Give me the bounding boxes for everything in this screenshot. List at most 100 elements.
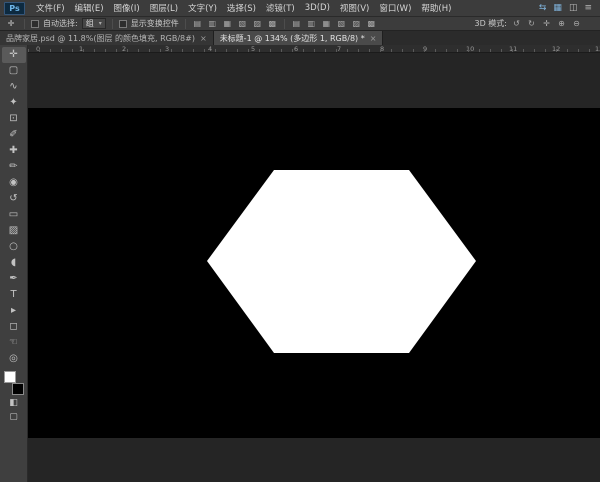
document-tab-inactive[interactable]: 品牌家居.psd @ 11.8%(图层 的颜色填充, RGB/8#) × bbox=[0, 31, 214, 45]
ruler-mark: 1 bbox=[79, 45, 83, 53]
history-brush-tool[interactable]: ↺ bbox=[2, 191, 26, 207]
distribute-left-icon[interactable]: ▧ bbox=[336, 19, 347, 28]
quick-selection-tool[interactable]: ✦ bbox=[2, 95, 26, 111]
show-transform-label: 显示变换控件 bbox=[131, 18, 179, 29]
close-icon[interactable]: × bbox=[370, 34, 377, 43]
hand-tool[interactable]: ☜ bbox=[2, 335, 26, 351]
arrange-documents-icon[interactable]: ◫ bbox=[569, 3, 578, 13]
align-center-icon[interactable]: ▥ bbox=[207, 19, 218, 28]
ruler-mark: 0 bbox=[36, 45, 40, 53]
show-transform-checkbox[interactable] bbox=[119, 20, 127, 28]
distribute-center-icon[interactable]: ▨ bbox=[351, 19, 362, 28]
tab-title: 未标题-1 @ 134% (多边形 1, RGB/8) * bbox=[220, 33, 365, 44]
move-tool[interactable]: ✛ bbox=[2, 47, 26, 63]
type-tool[interactable]: T bbox=[2, 287, 26, 303]
3d-drag-icon[interactable]: ✛ bbox=[541, 19, 552, 28]
brush-tool[interactable]: ✏ bbox=[2, 159, 26, 175]
healing-brush-tool[interactable]: ✚ bbox=[2, 143, 26, 159]
separator bbox=[24, 19, 25, 29]
background-color-swatch[interactable] bbox=[12, 383, 24, 395]
menu-3d[interactable]: 3D(D) bbox=[300, 0, 335, 16]
3d-slide-icon[interactable]: ⊕ bbox=[556, 19, 567, 28]
ruler-mark: 4 bbox=[208, 45, 212, 53]
align-top-icon[interactable]: ▧ bbox=[237, 19, 248, 28]
menu-type[interactable]: 文字(Y) bbox=[183, 0, 222, 16]
align-left-icon[interactable]: ▤ bbox=[192, 19, 203, 28]
clone-stamp-tool[interactable]: ◉ bbox=[2, 175, 26, 191]
chevron-down-icon: ▾ bbox=[99, 20, 102, 27]
menu-layer[interactable]: 图层(L) bbox=[145, 0, 183, 16]
auto-select-checkbox[interactable] bbox=[31, 20, 39, 28]
3d-mode-group: 3D 模式: ↺ ↻ ✛ ⊕ ⊖ bbox=[475, 18, 597, 29]
blur-tool[interactable]: ○ bbox=[2, 239, 26, 255]
distribute-right-icon[interactable]: ▩ bbox=[366, 19, 377, 28]
menu-select[interactable]: 选择(S) bbox=[222, 0, 261, 16]
close-icon[interactable]: × bbox=[200, 34, 207, 43]
current-tool-icon: ✛ bbox=[4, 19, 18, 28]
document-tab-active[interactable]: 未标题-1 @ 134% (多边形 1, RGB/8) * × bbox=[214, 31, 384, 45]
separator bbox=[185, 19, 186, 29]
canvas-artwork bbox=[28, 108, 600, 438]
crop-tool[interactable]: ⊡ bbox=[2, 111, 26, 127]
eyedropper-tool[interactable]: ✐ bbox=[2, 127, 26, 143]
screen-mode-icon[interactable]: ▢ bbox=[2, 410, 26, 424]
workspace: ✛ ▢ ∿ ✦ ⊡ ✐ ✚ ✏ ◉ ↺ ▭ ▨ ○ ◖ ✒ T ▸ ◻ ☜ ◎ … bbox=[0, 45, 600, 482]
bridge-icon[interactable]: ⇆ bbox=[539, 3, 547, 13]
color-swatches bbox=[2, 370, 26, 396]
pasteboard bbox=[28, 53, 600, 482]
ruler-mark: 8 bbox=[380, 45, 384, 53]
distribute-middle-icon[interactable]: ▥ bbox=[306, 19, 317, 28]
align-right-icon[interactable]: ▦ bbox=[222, 19, 233, 28]
ruler-mark: 10 bbox=[466, 45, 474, 53]
align-bottom-icon[interactable]: ▩ bbox=[267, 19, 278, 28]
tab-title: 品牌家居.psd @ 11.8%(图层 的颜色填充, RGB/8#) bbox=[6, 33, 195, 44]
menu-file[interactable]: 文件(F) bbox=[31, 0, 70, 16]
marquee-tool[interactable]: ▢ bbox=[2, 63, 26, 79]
menu-window[interactable]: 窗口(W) bbox=[374, 0, 416, 16]
auto-select-label: 自动选择: bbox=[43, 18, 78, 29]
editor-area: 0 1 2 3 4 5 6 7 8 9 10 11 12 13 bbox=[28, 45, 600, 482]
menu-bar: Ps 文件(F) 编辑(E) 图像(I) 图层(L) 文字(Y) 选择(S) 滤… bbox=[0, 0, 600, 17]
horizontal-ruler[interactable]: 0 1 2 3 4 5 6 7 8 9 10 11 12 13 bbox=[28, 45, 600, 53]
document-tab-bar: 品牌家居.psd @ 11.8%(图层 的颜色填充, RGB/8#) × 未标题… bbox=[0, 31, 600, 45]
quick-mask-icon[interactable]: ◧ bbox=[2, 396, 26, 410]
ruler-mark: 3 bbox=[165, 45, 169, 53]
3d-rotate-icon[interactable]: ↺ bbox=[511, 19, 522, 28]
3d-scale-icon[interactable]: ⊖ bbox=[571, 19, 582, 28]
menu-filter[interactable]: 滤镜(T) bbox=[261, 0, 300, 16]
gradient-tool[interactable]: ▨ bbox=[2, 223, 26, 239]
document-canvas[interactable] bbox=[28, 108, 600, 438]
align-middle-icon[interactable]: ▨ bbox=[252, 19, 263, 28]
pen-tool[interactable]: ✒ bbox=[2, 271, 26, 287]
lasso-tool[interactable]: ∿ bbox=[2, 79, 26, 95]
distribute-bottom-icon[interactable]: ▦ bbox=[321, 19, 332, 28]
ruler-mark: 13 bbox=[595, 45, 600, 53]
path-selection-tool[interactable]: ▸ bbox=[2, 303, 26, 319]
menu-view[interactable]: 视图(V) bbox=[335, 0, 374, 16]
hexagon-shape[interactable] bbox=[207, 170, 476, 353]
menu-bar-right: ⇆ ▦ ◫ ≡ bbox=[539, 3, 600, 13]
ruler-mark: 11 bbox=[509, 45, 517, 53]
distribute-top-icon[interactable]: ▤ bbox=[291, 19, 302, 28]
dodge-tool[interactable]: ◖ bbox=[2, 255, 26, 271]
auto-select-dropdown[interactable]: 组 ▾ bbox=[82, 18, 106, 29]
ruler-mark: 7 bbox=[337, 45, 341, 53]
eraser-tool[interactable]: ▭ bbox=[2, 207, 26, 223]
shape-tool[interactable]: ◻ bbox=[2, 319, 26, 335]
zoom-tool[interactable]: ◎ bbox=[2, 351, 26, 367]
auto-select-value: 组 bbox=[86, 18, 94, 29]
menu-help[interactable]: 帮助(H) bbox=[416, 0, 456, 16]
menu-edit[interactable]: 编辑(E) bbox=[70, 0, 109, 16]
3d-mode-label: 3D 模式: bbox=[475, 18, 508, 29]
view-extras-icon[interactable]: ▦ bbox=[553, 3, 562, 13]
workspace-switcher-icon[interactable]: ≡ bbox=[584, 3, 592, 13]
ruler-mark: 2 bbox=[122, 45, 126, 53]
ruler-mark: 5 bbox=[251, 45, 255, 53]
separator bbox=[112, 19, 113, 29]
separator bbox=[284, 19, 285, 29]
ruler-mark: 9 bbox=[423, 45, 427, 53]
menu-image[interactable]: 图像(I) bbox=[109, 0, 145, 16]
tools-panel: ✛ ▢ ∿ ✦ ⊡ ✐ ✚ ✏ ◉ ↺ ▭ ▨ ○ ◖ ✒ T ▸ ◻ ☜ ◎ … bbox=[0, 45, 28, 482]
foreground-color-swatch[interactable] bbox=[4, 371, 16, 383]
3d-roll-icon[interactable]: ↻ bbox=[526, 19, 537, 28]
